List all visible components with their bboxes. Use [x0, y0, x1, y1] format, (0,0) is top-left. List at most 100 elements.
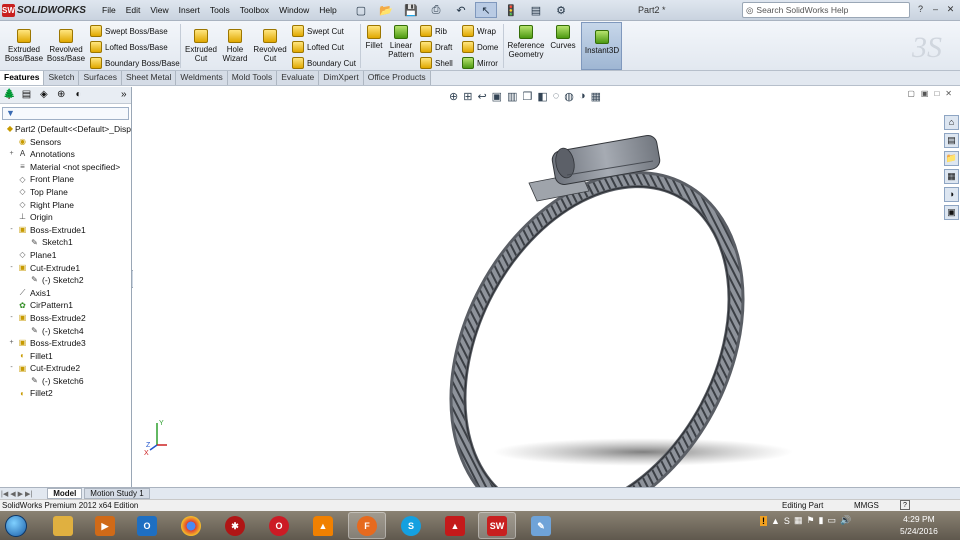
minimize-icon[interactable]: – [929, 3, 942, 16]
menu-window[interactable]: Window [274, 5, 314, 15]
help-dropdown-icon[interactable]: ? [914, 3, 927, 16]
unit-system[interactable]: MMGS [854, 500, 879, 511]
expand-chevron-icon[interactable]: » [117, 88, 131, 102]
shell-button[interactable]: Shell [420, 57, 453, 69]
expand-toggle-icon[interactable]: - [8, 312, 15, 325]
taskbar-autodesk[interactable]: ▲ [436, 512, 474, 539]
tree-item[interactable]: ⟋ Axis1 [0, 287, 131, 300]
fillet-button[interactable]: Fillet [364, 25, 384, 50]
expand-toggle-icon[interactable]: + [8, 337, 15, 350]
menu-help[interactable]: Help [314, 5, 341, 15]
tab-dimxpert[interactable]: DimXpert [319, 71, 364, 85]
network-tray-icon[interactable]: ▦ [794, 515, 803, 526]
start-button[interactable] [2, 511, 30, 540]
show-hidden-icons-icon[interactable]: ▲ [771, 516, 780, 526]
rebuild-icon[interactable]: 🚦 [500, 2, 522, 18]
tab-surfaces[interactable]: Surfaces [79, 71, 122, 85]
open-folder-icon[interactable]: 📂 [375, 2, 397, 18]
save-icon[interactable]: 💾 [400, 2, 422, 18]
linear-pattern-button[interactable]: Linear Pattern [386, 25, 416, 59]
tree-item[interactable]: - ▣ Boss-Extrude1 [0, 224, 131, 237]
wrap-button[interactable]: Wrap [462, 25, 496, 37]
taskbar-app-red[interactable]: ✱ [216, 512, 254, 539]
boundary-cut-button[interactable]: Boundary Cut [292, 57, 356, 69]
first-tab-arrow-icon[interactable]: |◀ [0, 490, 9, 498]
featuremanager-tab-icon[interactable]: 🌲 [2, 88, 16, 102]
options-gear-icon[interactable]: ⚙ [550, 2, 572, 18]
dome-button[interactable]: Dome [462, 41, 498, 53]
tab-sheet-metal[interactable]: Sheet Metal [121, 71, 177, 85]
mirror-button[interactable]: Mirror [462, 57, 498, 69]
notification-warning-icon[interactable]: ! [760, 515, 767, 526]
solidworks-logo[interactable]: SW SOLIDWORKS [2, 3, 86, 18]
next-tab-arrow-icon[interactable]: ▶ [17, 490, 24, 498]
taskbar-chrome[interactable] [172, 512, 210, 539]
tree-item[interactable]: ◇ Front Plane [0, 173, 131, 186]
tree-item[interactable]: ◆ Part2 (Default<<Default>_Disp [0, 123, 131, 136]
tab-motion-study-1[interactable]: Motion Study 1 [84, 488, 150, 499]
volume-icon[interactable]: 🔊 [840, 515, 851, 526]
taskbar-outlook[interactable]: O [128, 512, 166, 539]
extruded-cut-button[interactable]: Extruded Cut [184, 29, 218, 63]
revolved-boss-button[interactable]: Revolved Boss/Base [46, 29, 86, 63]
tree-item[interactable]: ◇ Top Plane [0, 186, 131, 199]
boundary-boss-button[interactable]: Boundary Boss/Base [90, 57, 180, 69]
taskbar-firefox[interactable]: F [348, 512, 386, 539]
tab-office-products[interactable]: Office Products [363, 71, 431, 85]
taskbar-solidworks[interactable]: SW [478, 512, 516, 539]
rib-button[interactable]: Rib [420, 25, 447, 37]
expand-toggle-icon[interactable]: + [8, 148, 15, 161]
filter-box[interactable]: ▼ [2, 107, 129, 120]
tree-item[interactable]: ◐ Fillet2 [0, 387, 131, 400]
tree-item[interactable]: ✎ (-) Sketch4 [0, 325, 131, 338]
print-icon[interactable]: ⎙ [425, 2, 447, 18]
expand-toggle-icon[interactable]: - [8, 362, 15, 375]
undo-icon[interactable]: ↶ [450, 2, 472, 18]
graphics-area[interactable]: ⊕ ⊞ ↩ ▣ ▥ ❒ ◧ ◌ ◍ ◑ ▦ ▢ ▣ □ ✕ ⌂ ▤ 📁 ▦ ◑ … [133, 87, 960, 487]
swept-cut-button[interactable]: Swept Cut [292, 25, 344, 37]
last-tab-arrow-icon[interactable]: ▶| [24, 490, 33, 498]
tree-item[interactable]: ✿ CirPattern1 [0, 299, 131, 312]
status-help-icon[interactable]: ? [900, 500, 910, 510]
menu-view[interactable]: View [145, 5, 173, 15]
instant3d-button[interactable]: Instant3D [581, 22, 622, 70]
tree-item[interactable]: + ▣ Boss-Extrude3 [0, 337, 131, 350]
tree-item[interactable]: - ▣ Boss-Extrude2 [0, 312, 131, 325]
lofted-cut-button[interactable]: Lofted Cut [292, 41, 344, 53]
lofted-boss-button[interactable]: Lofted Boss/Base [90, 41, 168, 53]
tab-mold-tools[interactable]: Mold Tools [227, 71, 278, 85]
draft-button[interactable]: Draft [420, 41, 452, 53]
action-center-icon[interactable]: ⚑ [806, 515, 814, 526]
tree-item[interactable]: + A Annotations [0, 148, 131, 161]
curves-button[interactable]: Curves [548, 25, 578, 50]
tab-sketch[interactable]: Sketch [44, 71, 80, 85]
taskbar-opera[interactable]: O [260, 512, 298, 539]
displaymanager-tab-icon[interactable]: ◐ [71, 88, 85, 102]
tree-item[interactable]: ◐ Fillet1 [0, 350, 131, 363]
tab-evaluate[interactable]: Evaluate [277, 71, 320, 85]
menu-insert[interactable]: Insert [174, 5, 205, 15]
tab-features[interactable]: Features [0, 71, 45, 85]
menu-file[interactable]: File [97, 5, 121, 15]
battery-icon[interactable]: ▭ [827, 515, 836, 526]
tree-item[interactable]: ✎ (-) Sketch6 [0, 375, 131, 388]
prev-tab-arrow-icon[interactable]: ◀ [9, 490, 16, 498]
select-pointer-icon[interactable]: ↖ [475, 2, 497, 18]
menu-toolbox[interactable]: Toolbox [235, 5, 274, 15]
expand-toggle-icon[interactable]: - [8, 262, 15, 275]
tree-item[interactable]: ⊥ Origin [0, 211, 131, 224]
taskbar-media-player[interactable]: ▶ [86, 512, 124, 539]
tree-item[interactable]: ◉ Sensors [0, 136, 131, 149]
tab-model[interactable]: Model [47, 488, 83, 499]
menu-edit[interactable]: Edit [121, 5, 146, 15]
taskbar-file-explorer[interactable] [44, 512, 82, 539]
tab-weldments[interactable]: Weldments [176, 71, 228, 85]
signal-bars-icon[interactable]: ▮ [819, 515, 824, 526]
menu-tools[interactable]: Tools [205, 5, 235, 15]
tree-item[interactable]: ✎ (-) Sketch2 [0, 274, 131, 287]
dimxpertmanager-tab-icon[interactable]: ⊕ [54, 88, 68, 102]
propertymanager-tab-icon[interactable]: ▤ [19, 88, 33, 102]
close-icon[interactable]: ✕ [944, 3, 957, 16]
help-search-input[interactable]: ◎ Search SolidWorks Help [742, 2, 910, 18]
taskbar-clock[interactable]: 4:29 PM 5/24/2016 [900, 513, 938, 537]
